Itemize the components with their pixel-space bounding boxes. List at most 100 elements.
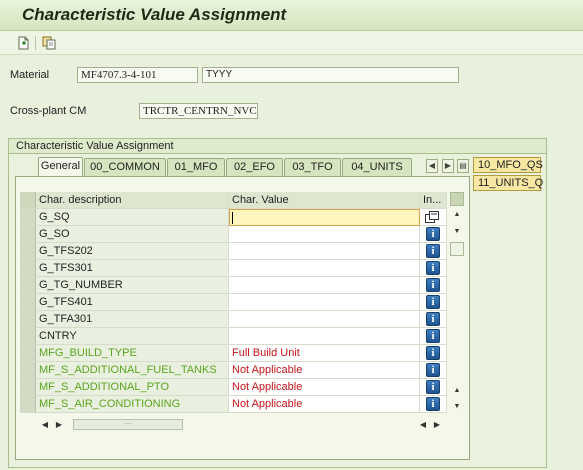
value-scroll-left-button[interactable]: ◀ [417,418,429,431]
multiple-values-icon[interactable] [425,211,440,223]
table-vertical-scrollbar[interactable]: ▲ ▼ ▲ ▼ [450,192,464,416]
row-selector[interactable] [20,260,36,277]
crossplant-cm-field[interactable]: TRCTR_CENTRN_NVC [139,103,258,119]
info-icon[interactable]: i [426,244,440,258]
info-icon[interactable]: i [426,363,440,377]
char-description: MF_S_ADDITIONAL_PTO [36,379,229,396]
material-description-field[interactable]: TYYY [202,67,459,83]
row-selector[interactable] [20,362,36,379]
tab-04-units[interactable]: 04_UNITS [342,158,412,176]
row-selector[interactable] [20,311,36,328]
info-cell: i [420,243,447,260]
char-description: MF_S_ADDITIONAL_FUEL_TANKS [36,362,229,379]
info-cell: i [420,294,447,311]
char-value-input[interactable]: Full Build Unit [229,345,420,362]
column-header-info[interactable]: In... [420,192,447,209]
char-value-input[interactable]: Not Applicable [229,396,420,413]
scroll-page-down-button[interactable]: ▼ [450,401,464,415]
table-row: G_SO i [20,226,447,243]
tab-03-tfo[interactable]: 03_TFO [284,158,341,176]
char-description: G_TG_NUMBER [36,277,229,294]
table-row: G_SQ [20,209,447,226]
char-value-input[interactable] [229,311,420,328]
char-value-input[interactable] [229,209,420,226]
table-header-row: Char. description Char. Value In... [20,192,447,209]
tab-scroll-right-button[interactable]: ▶ [442,159,454,173]
table-row: G_TFS301 i [20,260,447,277]
info-icon[interactable]: i [426,329,440,343]
row-selector[interactable] [20,328,36,345]
horizontal-scroll-thumb[interactable]: ⋯ [73,419,183,430]
char-value-input[interactable] [229,260,420,277]
char-description: G_TFS401 [36,294,229,311]
tab-02-efo[interactable]: 02_EFO [226,158,283,176]
char-description: G_TFA301 [36,311,229,328]
info-icon[interactable]: i [426,261,440,275]
info-cell: i [420,277,447,294]
info-cell: i [420,379,447,396]
info-icon[interactable]: i [426,278,440,292]
tab-10-mfo-qs[interactable]: 10_MFO_QS [473,157,543,173]
row-selector[interactable] [20,379,36,396]
table-row: MF_S_ADDITIONAL_FUEL_TANKS Not Applicabl… [20,362,447,379]
table-horizontal-scrollbar[interactable]: ◀ ▶ ⋯ ◀ ▶ [37,418,447,431]
char-description: G_SO [36,226,229,243]
tab-list-button[interactable]: ▤ [457,159,469,173]
table-row: G_TG_NUMBER i [20,277,447,294]
row-selector[interactable] [20,243,36,260]
material-field[interactable]: MF4707.3-4-101 [77,67,198,83]
new-document-button[interactable] [14,34,32,52]
tab-scroll-left-button[interactable]: ◀ [426,159,438,173]
info-icon[interactable]: i [426,295,440,309]
select-all-cell[interactable] [20,192,36,209]
row-selector[interactable] [20,226,36,243]
copy-button[interactable] [40,34,58,52]
scroll-down-button[interactable]: ▼ [450,226,464,240]
char-value-input[interactable] [229,277,420,294]
scroll-thumb[interactable] [450,242,464,256]
column-settings-button[interactable] [450,192,464,206]
column-header-description[interactable]: Char. description [36,192,229,209]
row-selector[interactable] [20,294,36,311]
column-header-value[interactable]: Char. Value [229,192,420,209]
char-description: MF_S_AIR_CONDITIONING [36,396,229,413]
char-value-input[interactable] [229,294,420,311]
char-description: MFG_BUILD_TYPE [36,345,229,362]
info-icon[interactable]: i [426,380,440,394]
info-icon[interactable]: i [426,397,440,411]
scroll-right-button[interactable]: ▶ [53,418,65,431]
char-value-input[interactable]: Not Applicable [229,379,420,396]
char-value-input[interactable] [229,328,420,345]
toolbar-separator [35,36,36,50]
row-selector[interactable] [20,209,36,226]
row-selector[interactable] [20,396,36,413]
page-title: Characteristic Value Assignment [22,5,287,24]
info-cell: i [420,362,447,379]
info-icon[interactable]: i [426,312,440,326]
scroll-up-button[interactable]: ▲ [450,209,464,223]
char-value-input[interactable] [229,243,420,260]
tab-11-units-q[interactable]: 11_UNITS_Q [473,175,543,191]
info-cell [420,209,447,226]
material-label: Material [10,69,50,81]
char-description: G_TFS202 [36,243,229,260]
char-value-input[interactable] [229,226,420,243]
group-title: Characteristic Value Assignment [9,139,546,154]
info-icon[interactable]: i [426,346,440,360]
scroll-page-up-button[interactable]: ▲ [450,385,464,399]
char-value-input[interactable]: Not Applicable [229,362,420,379]
info-icon[interactable]: i [426,227,440,241]
tab-01-mfo[interactable]: 01_MFO [167,158,225,176]
new-document-icon [18,36,29,50]
info-cell: i [420,328,447,345]
tab-general[interactable]: General [38,157,83,177]
application-toolbar [0,31,583,55]
row-selector[interactable] [20,345,36,362]
info-cell: i [420,311,447,328]
scroll-left-button[interactable]: ◀ [39,418,51,431]
tab-00-common[interactable]: 00_COMMON [84,158,166,176]
table-row: CNTRY i [20,328,447,345]
info-cell: i [420,345,447,362]
value-scroll-right-button[interactable]: ▶ [431,418,443,431]
row-selector[interactable] [20,277,36,294]
